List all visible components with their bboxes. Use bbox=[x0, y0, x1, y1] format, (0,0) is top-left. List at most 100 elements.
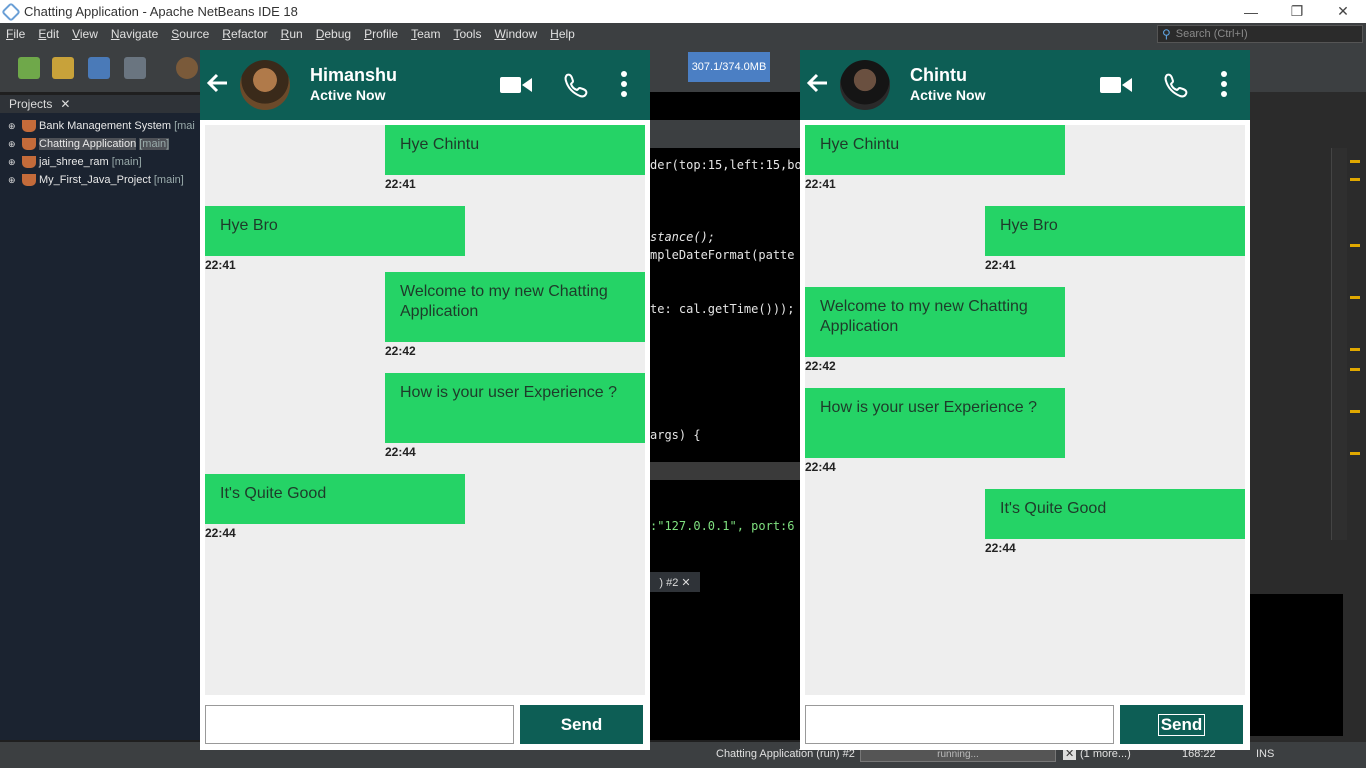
message-time: 22:44 bbox=[805, 460, 836, 474]
more-options-icon[interactable] bbox=[620, 70, 628, 98]
error-stripe-mark[interactable] bbox=[1350, 244, 1360, 247]
menu-window[interactable]: Window bbox=[488, 27, 544, 41]
menu-team[interactable]: Team bbox=[405, 27, 447, 41]
code-line: mpleDateFormat(patte bbox=[650, 248, 795, 262]
output-console[interactable] bbox=[1250, 594, 1343, 736]
restore-button[interactable]: ❐ bbox=[1274, 0, 1320, 23]
tree-item-project[interactable]: ⊕ Bank Management System [mai bbox=[0, 117, 200, 135]
memory-usage[interactable]: 307.1/374.0MB bbox=[688, 52, 770, 82]
code-line: der(top:15,left:15,bo bbox=[650, 158, 800, 172]
phone-icon[interactable] bbox=[1163, 72, 1189, 98]
chat-header: Chintu Active Now bbox=[800, 50, 1250, 120]
error-stripe-mark[interactable] bbox=[1350, 410, 1360, 413]
minimize-button[interactable]: — bbox=[1228, 0, 1274, 23]
video-call-icon[interactable] bbox=[500, 75, 532, 95]
new-file-icon[interactable] bbox=[18, 57, 40, 79]
message-bubble-sent: Hye Bro bbox=[985, 206, 1245, 256]
project-branch: [mai bbox=[174, 120, 195, 132]
send-label: Send bbox=[560, 714, 603, 734]
message-input[interactable] bbox=[805, 705, 1114, 744]
save-all-icon[interactable] bbox=[124, 57, 146, 79]
search-placeholder: Search (Ctrl+I) bbox=[1175, 28, 1248, 40]
projects-tab-label: Projects bbox=[9, 97, 53, 111]
netbeans-logo-icon bbox=[1, 1, 21, 22]
menu-help[interactable]: Help bbox=[544, 27, 582, 41]
menu-edit[interactable]: Edit bbox=[32, 27, 66, 41]
open-project-icon[interactable] bbox=[88, 57, 110, 79]
message-time: 22:44 bbox=[385, 445, 416, 459]
editor-scrollbar[interactable] bbox=[1331, 148, 1347, 540]
error-stripe-mark[interactable] bbox=[1350, 368, 1360, 371]
menu-refactor[interactable]: Refactor bbox=[216, 27, 274, 41]
message-area[interactable]: Hye Chintu 22:41 Hye Bro 22:41 Welcome t… bbox=[805, 125, 1245, 695]
message-time: 22:41 bbox=[985, 258, 1016, 272]
menu-navigate[interactable]: Navigate bbox=[105, 27, 165, 41]
expand-icon[interactable]: ⊕ bbox=[8, 175, 18, 186]
window-title: Chatting Application - Apache NetBeans I… bbox=[24, 4, 298, 19]
message-time: 22:41 bbox=[805, 177, 836, 191]
chat-window-himanshu: Himanshu Active Now Hye Chintu 22:41 Hye… bbox=[200, 50, 650, 750]
search-icon: ⚲ bbox=[1162, 27, 1171, 41]
code-editor[interactable]: der(top:15,left:15,bo stance(); mpleDate… bbox=[650, 92, 800, 740]
java-project-icon bbox=[22, 138, 36, 150]
tree-item-project[interactable]: ⊕ jai_shree_ram [main] bbox=[0, 153, 200, 171]
tree-item-project[interactable]: ⊕ My_First_Java_Project [main] bbox=[0, 171, 200, 189]
undo-icon[interactable] bbox=[176, 57, 198, 79]
contact-status: Active Now bbox=[910, 87, 986, 103]
video-call-icon[interactable] bbox=[1100, 75, 1132, 95]
java-project-icon bbox=[22, 120, 36, 132]
project-branch: [main] bbox=[139, 138, 170, 150]
window-controls: — ❐ ✕ bbox=[1228, 0, 1366, 23]
code-line: args) { bbox=[650, 428, 701, 442]
chat-window-chintu: Chintu Active Now Hye Chintu 22:41 Hye B… bbox=[800, 50, 1250, 750]
contact-name: Chintu bbox=[910, 65, 967, 85]
contact-name: Himanshu bbox=[310, 65, 398, 85]
close-tab-icon[interactable]: ✕ bbox=[60, 97, 70, 111]
code-line: :"127.0.0.1", port:6 bbox=[650, 519, 795, 533]
tree-item-project[interactable]: ⊕ Chatting Application [main] bbox=[0, 135, 200, 153]
error-stripe-mark[interactable] bbox=[1350, 296, 1360, 299]
message-bubble-received: Hye Chintu bbox=[805, 125, 1065, 175]
message-time: 22:44 bbox=[205, 526, 236, 540]
message-bubble-sent: How is your user Experience ? bbox=[385, 373, 645, 443]
tab-projects[interactable]: Projects ✕ bbox=[0, 95, 200, 113]
avatar[interactable] bbox=[240, 60, 290, 110]
error-stripe-mark[interactable] bbox=[1350, 178, 1360, 181]
message-area[interactable]: Hye Chintu 22:41 Hye Bro 22:41 Welcome t… bbox=[205, 125, 645, 695]
send-button[interactable]: Send bbox=[520, 705, 643, 744]
menu-source[interactable]: Source bbox=[165, 27, 216, 41]
send-button[interactable]: Send bbox=[1120, 705, 1243, 744]
expand-icon[interactable]: ⊕ bbox=[8, 139, 18, 150]
close-window-button[interactable]: ✕ bbox=[1320, 0, 1366, 23]
code-line: te: cal.getTime())); bbox=[650, 302, 795, 316]
error-stripe-mark[interactable] bbox=[1350, 452, 1360, 455]
phone-icon[interactable] bbox=[563, 72, 589, 98]
message-time: 22:41 bbox=[385, 177, 416, 191]
expand-icon[interactable]: ⊕ bbox=[8, 157, 18, 168]
message-time: 22:42 bbox=[805, 359, 836, 373]
tab-output[interactable]: ) #2 ✕ bbox=[650, 572, 700, 592]
progress-text: running... bbox=[937, 748, 979, 760]
back-arrow-icon[interactable] bbox=[205, 70, 231, 96]
project-name: Bank Management System bbox=[39, 120, 172, 132]
expand-icon[interactable]: ⊕ bbox=[8, 121, 18, 132]
new-project-icon[interactable] bbox=[52, 57, 74, 79]
message-input[interactable] bbox=[205, 705, 514, 744]
error-stripe-mark[interactable] bbox=[1350, 348, 1360, 351]
menu-file[interactable]: File bbox=[0, 27, 32, 41]
menu-run[interactable]: Run bbox=[275, 27, 310, 41]
code-line: stance(); bbox=[650, 230, 716, 244]
back-arrow-icon[interactable] bbox=[805, 70, 831, 96]
menu-tools[interactable]: Tools bbox=[447, 27, 488, 41]
error-stripe-mark[interactable] bbox=[1350, 160, 1360, 163]
menu-profile[interactable]: Profile bbox=[358, 27, 405, 41]
avatar[interactable] bbox=[840, 60, 890, 110]
chat-header: Himanshu Active Now bbox=[200, 50, 650, 120]
more-options-icon[interactable] bbox=[1220, 70, 1228, 98]
message-bubble-sent: Welcome to my new Chatting Application bbox=[385, 272, 645, 342]
menu-view[interactable]: View bbox=[66, 27, 105, 41]
menu-debug[interactable]: Debug bbox=[310, 27, 358, 41]
projects-panel: Projects ✕ ⊕ Bank Management System [mai … bbox=[0, 95, 200, 740]
editor-toolbar bbox=[650, 120, 800, 148]
ide-search-input[interactable]: ⚲ Search (Ctrl+I) bbox=[1157, 25, 1363, 43]
